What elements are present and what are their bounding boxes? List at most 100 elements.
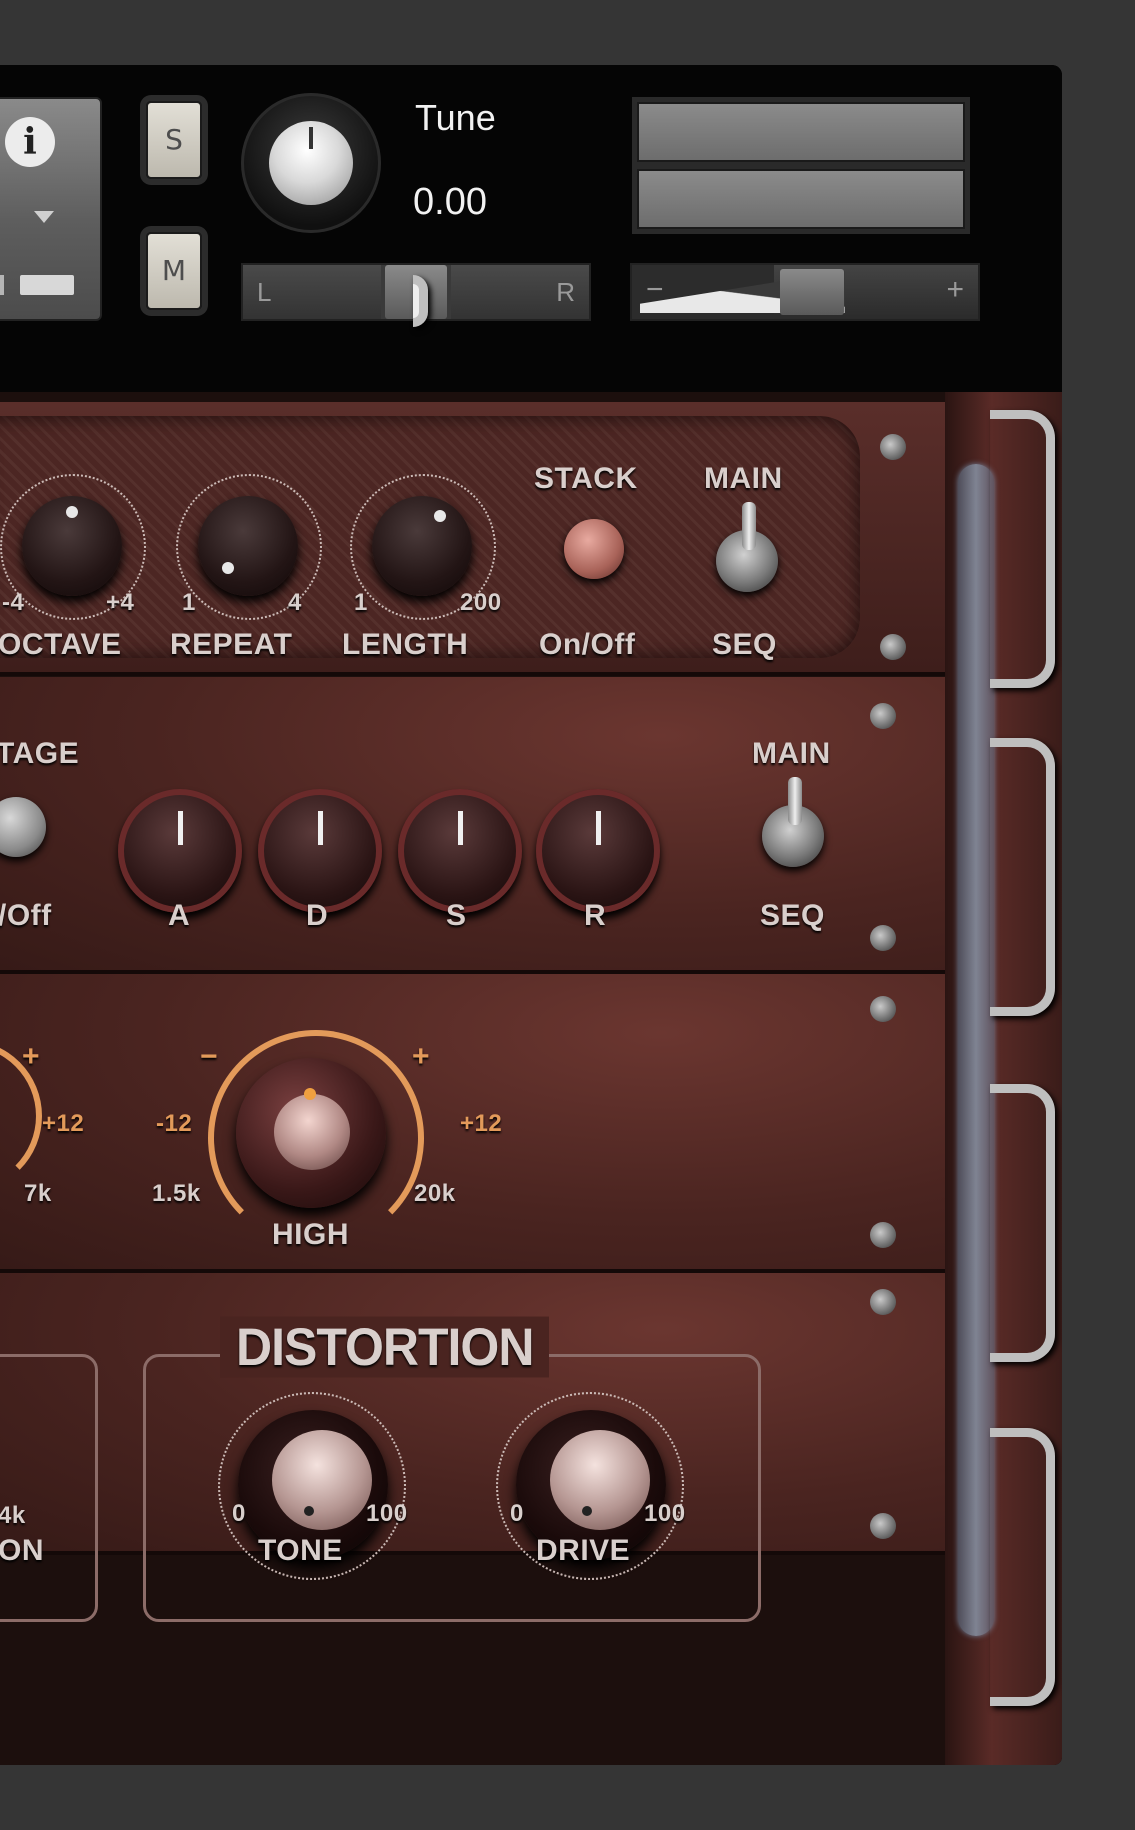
toggle-lever	[742, 502, 756, 550]
high-freq-min-label: 1.5k	[152, 1180, 201, 1207]
left-effect-freq-label: 4k	[0, 1502, 26, 1529]
octave-max-label: +4	[106, 589, 135, 616]
repeat-min-label: 1	[182, 589, 196, 616]
octave-label: OCTAVE	[0, 628, 122, 661]
stage-label: TAGE	[0, 737, 80, 770]
repeat-knob[interactable]	[198, 496, 298, 596]
eq-left-max-label: +12	[42, 1110, 85, 1137]
attack-label: A	[168, 899, 191, 932]
pan-slider[interactable]: L R	[241, 263, 591, 327]
sustain-knob-pointer	[458, 811, 463, 845]
instrument-info-box[interactable]: i	[0, 97, 102, 321]
level-meter-right	[637, 169, 965, 229]
volume-plus-label: +	[946, 273, 964, 306]
drive-min-label: 0	[510, 1500, 524, 1527]
release-knob-pointer	[596, 811, 601, 845]
screw-icon	[880, 634, 906, 660]
left-effect-box	[0, 1354, 98, 1622]
repeat-knob-dot	[222, 562, 234, 574]
tone-knob-dot	[304, 1506, 314, 1516]
stack-onoff-label: On/Off	[539, 628, 636, 661]
rack-handle-icon	[990, 410, 1055, 688]
stage-onoff-label: /Off	[0, 899, 52, 932]
instrument-window: i S M Tune 0.00 L R − + -4 +4 OCTAVE 1 4…	[0, 65, 1062, 1765]
stack-label: STACK	[534, 462, 638, 495]
volume-minus-label: −	[646, 273, 664, 306]
tone-label: TONE	[258, 1534, 343, 1567]
eq-panel: + +12 7k − + -12 +12 1.5k 20k HIGH	[0, 974, 945, 1273]
sustain-label: S	[446, 899, 467, 932]
arp-panel: -4 +4 OCTAVE 1 4 REPEAT 1 200 LENGTH STA…	[0, 402, 945, 676]
effects-rack: -4 +4 OCTAVE 1 4 REPEAT 1 200 LENGTH STA…	[0, 392, 1062, 1765]
arp-main-label: MAIN	[704, 462, 783, 495]
envelope-panel: TAGE /Off A D S R MAIN SEQ	[0, 677, 945, 974]
solo-button[interactable]: S	[146, 101, 202, 179]
length-max-label: 200	[460, 589, 502, 616]
tone-max-label: 100	[366, 1500, 408, 1527]
repeat-max-label: 4	[288, 589, 302, 616]
rack-scrollbar[interactable]	[958, 464, 994, 1636]
rack-handle-icon	[990, 738, 1055, 1016]
screw-icon	[870, 703, 896, 729]
tune-knob[interactable]	[241, 93, 381, 233]
env-main-label: MAIN	[752, 737, 831, 770]
info-bar[interactable]	[20, 275, 74, 295]
left-effect-label: ON	[0, 1534, 44, 1567]
drive-knob-dot	[582, 1506, 592, 1516]
octave-knob[interactable]	[22, 496, 122, 596]
info-icon[interactable]: i	[5, 117, 55, 167]
info-bar-left	[0, 275, 4, 295]
screw-icon	[870, 1222, 896, 1248]
length-knob[interactable]	[372, 496, 472, 596]
env-seq-label: SEQ	[760, 899, 825, 932]
level-meter-left	[637, 102, 965, 162]
octave-min-label: -4	[2, 589, 25, 616]
app-frame: i S M Tune 0.00 L R − + -4 +4 OCTAVE 1 4…	[0, 0, 1135, 1830]
tone-knob-cap	[272, 1430, 372, 1530]
screw-icon	[880, 434, 906, 460]
pan-right-label: R	[556, 277, 575, 307]
high-minus-label: −	[200, 1040, 219, 1073]
high-eq-knob[interactable]	[236, 1058, 386, 1208]
drive-label: DRIVE	[536, 1534, 631, 1567]
dropdown-arrow-icon[interactable]	[34, 211, 54, 223]
stage-onoff-button[interactable]	[0, 797, 46, 857]
drive-max-label: 100	[644, 1500, 686, 1527]
high-plus-label: +	[412, 1040, 431, 1073]
screw-icon	[870, 1513, 896, 1539]
length-label: LENGTH	[342, 628, 469, 661]
octave-knob-dot	[66, 506, 78, 518]
volume-slider[interactable]: − +	[630, 263, 980, 321]
tune-label: Tune	[415, 97, 496, 138]
drive-knob-cap	[550, 1430, 650, 1530]
arp-seq-label: SEQ	[712, 628, 777, 661]
decay-knob-pointer	[318, 811, 323, 845]
header-strip: i S M Tune 0.00 L R − +	[0, 65, 1062, 395]
pan-center-icon	[413, 275, 428, 327]
stack-onoff-button[interactable]	[564, 519, 624, 579]
tune-value: 0.00	[413, 181, 487, 223]
attack-knob[interactable]	[118, 789, 242, 913]
high-min-label: -12	[156, 1110, 193, 1137]
mute-button[interactable]: M	[146, 232, 202, 310]
high-eq-indicator	[304, 1088, 316, 1100]
arp-main-seq-toggle[interactable]	[716, 502, 778, 592]
screw-icon	[870, 1289, 896, 1315]
tune-knob-pointer	[309, 127, 313, 149]
screw-icon	[870, 925, 896, 951]
distortion-title: DISTORTION	[220, 1316, 550, 1378]
decay-label: D	[306, 899, 329, 932]
length-min-label: 1	[354, 589, 368, 616]
attack-knob-pointer	[178, 811, 183, 845]
toggle-lever	[788, 777, 802, 825]
eq-left-freq-label: 7k	[24, 1180, 52, 1207]
release-knob[interactable]	[536, 789, 660, 913]
high-eq-knob-cap	[274, 1094, 350, 1170]
decay-knob[interactable]	[258, 789, 382, 913]
volume-handle[interactable]	[780, 269, 844, 315]
sustain-knob[interactable]	[398, 789, 522, 913]
pan-left-label: L	[257, 277, 272, 307]
high-freq-max-label: 20k	[414, 1180, 456, 1207]
env-main-seq-toggle[interactable]	[762, 777, 824, 867]
length-knob-dot	[434, 510, 446, 522]
